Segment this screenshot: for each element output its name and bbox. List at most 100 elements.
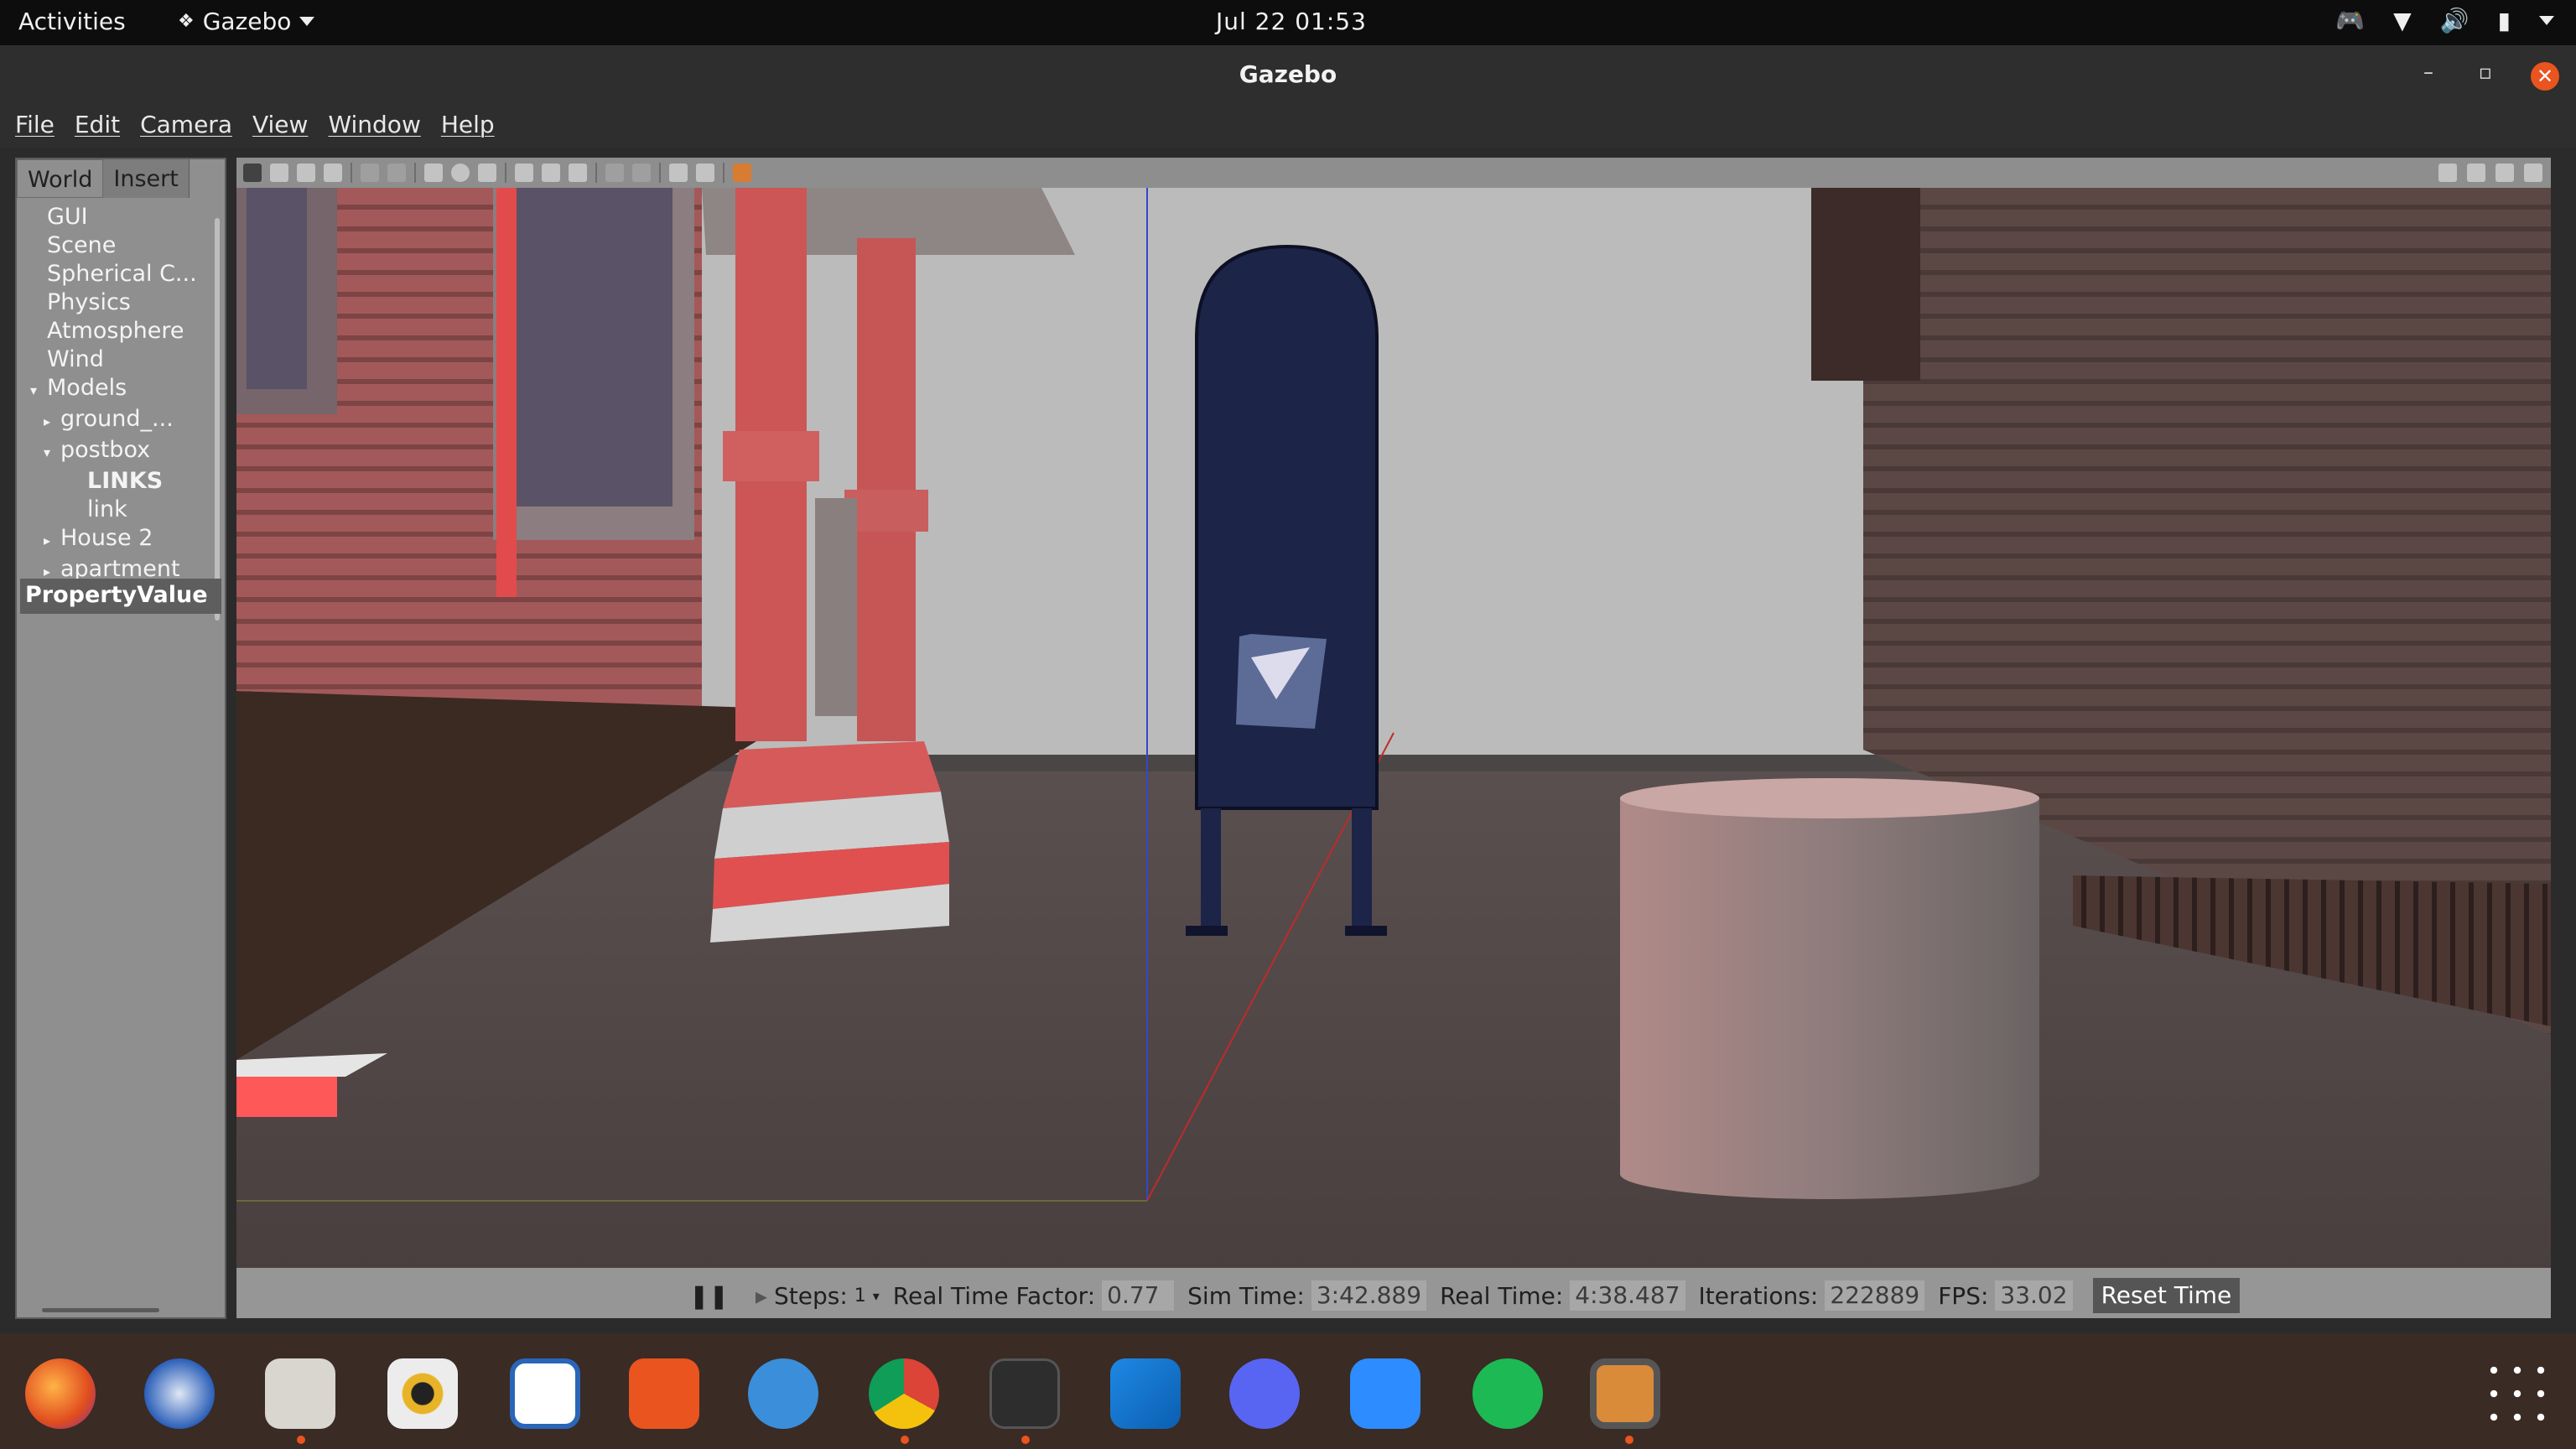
chrome-icon[interactable] [869,1358,939,1429]
video-record-icon[interactable] [2524,164,2542,182]
gazebo-icon[interactable] [1590,1358,1660,1429]
rotate-mode-icon[interactable] [297,164,315,182]
expand-arrow-icon[interactable]: ▾ [44,439,60,467]
scene-viewport[interactable] [236,188,2551,1268]
menu-window[interactable]: Window [328,111,420,148]
horizontal-scrollbar[interactable] [42,1308,159,1312]
rhythmbox-icon[interactable] [387,1358,458,1429]
tree-item-label: Spherical C... [47,261,197,287]
close-button[interactable]: ✕ [2531,62,2559,91]
tree-item[interactable]: link [17,496,218,524]
spot-light-icon[interactable] [542,164,560,182]
postbox-leg [1352,808,1372,934]
menu-edit[interactable]: Edit [75,111,120,148]
box-shape-icon[interactable] [424,164,443,182]
screenshot-icon[interactable] [2438,164,2457,182]
minimize-button[interactable]: – [2423,60,2433,84]
chevron-down-icon[interactable] [2539,16,2554,25]
steps-spinner[interactable]: 1 [854,1285,866,1306]
plot-icon[interactable] [2496,164,2514,182]
postbox-foot [1186,926,1228,936]
expand-arrow-icon[interactable]: ▾ [30,377,47,405]
snap-icon[interactable] [696,164,714,182]
app-menu[interactable]: ❖ Gazebo [178,8,315,35]
discord-icon[interactable] [1229,1358,1300,1429]
collapse-arrow-icon[interactable]: ▸ [44,408,60,436]
tree-item[interactable]: ▸ House 2 [17,524,218,555]
scene-render [236,188,2551,1268]
translate-mode-icon[interactable] [270,164,288,182]
tree-item[interactable]: Wind [17,345,218,374]
status-bar: ❚❚ ▸ Steps: 1 ▾ Real Time Factor: 0.77 S… [236,1268,2551,1318]
menu-view[interactable]: View [252,111,308,148]
undo-icon[interactable] [361,164,379,182]
select-mode-icon[interactable] [243,164,262,182]
sphere-shape-icon[interactable] [451,164,470,182]
redo-icon[interactable] [387,164,406,182]
toolbar [236,158,2551,188]
spotify-icon[interactable] [1472,1358,1543,1429]
wifi-icon[interactable]: ▼ [2393,7,2412,34]
point-light-icon[interactable] [515,164,533,182]
align-icon[interactable] [669,164,688,182]
tree-item[interactable]: Physics [17,288,218,317]
tree-item-label: link [87,496,127,522]
files-icon[interactable] [265,1358,335,1429]
tree-item[interactable]: Spherical C... [17,260,218,288]
copy-icon[interactable] [605,164,624,182]
collapse-arrow-icon[interactable]: ▸ [44,527,60,555]
toolbar-separator [659,163,661,183]
maximize-button[interactable]: ▫ [2479,60,2492,84]
tab-world[interactable]: World [17,159,104,198]
tree-item[interactable]: Atmosphere [17,317,218,345]
menu-file[interactable]: File [15,111,55,148]
cylinder-top [1620,778,2039,818]
ubuntu-software-icon[interactable] [629,1358,699,1429]
firefox-icon[interactable] [25,1358,96,1429]
running-indicator [1021,1436,1030,1444]
volume-icon[interactable]: 🔊 [2440,7,2470,34]
paste-icon[interactable] [632,164,651,182]
running-indicator [1625,1436,1633,1444]
scale-mode-icon[interactable] [324,164,342,182]
thunderbird-icon[interactable] [144,1358,215,1429]
reset-time-button[interactable]: Reset Time [2092,1278,2241,1313]
pause-icon[interactable]: ❚❚ [689,1282,729,1310]
menu-camera[interactable]: Camera [140,111,232,148]
step-icon[interactable]: ▸ [756,1282,767,1310]
sim-time-label: Sim Time: [1187,1281,1305,1310]
postbox-foot [1345,926,1387,936]
help-icon[interactable] [748,1358,818,1429]
tab-insert[interactable]: Insert [103,159,190,198]
discord-tray-icon[interactable]: 🎮 [2335,7,2365,34]
tree-item-label: Physics [47,289,131,315]
tree-item[interactable]: Scene [17,231,218,260]
app-grid-icon[interactable] [2482,1358,2553,1429]
real-time-label: Real Time: [1440,1281,1564,1310]
tree-item-label: postbox [60,437,151,463]
real-time-field: 4:38.487 [1570,1280,1685,1311]
tree-item[interactable]: ▾ postbox [17,436,218,467]
directional-light-icon[interactable] [569,164,587,182]
window-trim [496,188,517,597]
tree-item[interactable]: GUI [17,203,218,231]
battery-icon[interactable]: ▮ [2498,7,2511,34]
chevron-down-icon[interactable]: ▾ [873,1288,880,1304]
dock [0,1333,2576,1449]
terminal-icon[interactable] [989,1358,1060,1429]
tree-scrollbar[interactable] [215,218,220,621]
tree-item[interactable]: ▾ Models [17,374,218,405]
clock[interactable]: Jul 22 01:53 [1216,8,1367,35]
tree-item[interactable]: LINKS [17,467,218,496]
change-view-icon[interactable] [733,164,751,182]
menu-help[interactable]: Help [441,111,495,148]
pillar-capital [723,431,819,481]
libreoffice-writer-icon[interactable] [510,1358,580,1429]
tree-item[interactable]: ▸ ground_... [17,405,218,436]
activities-button[interactable]: Activities [18,8,126,35]
gazebo-small-icon: ❖ [178,11,195,32]
zoom-icon[interactable] [1350,1358,1420,1429]
vscode-icon[interactable] [1110,1358,1181,1429]
cylinder-shape-icon[interactable] [478,164,496,182]
log-icon[interactable] [2467,164,2485,182]
